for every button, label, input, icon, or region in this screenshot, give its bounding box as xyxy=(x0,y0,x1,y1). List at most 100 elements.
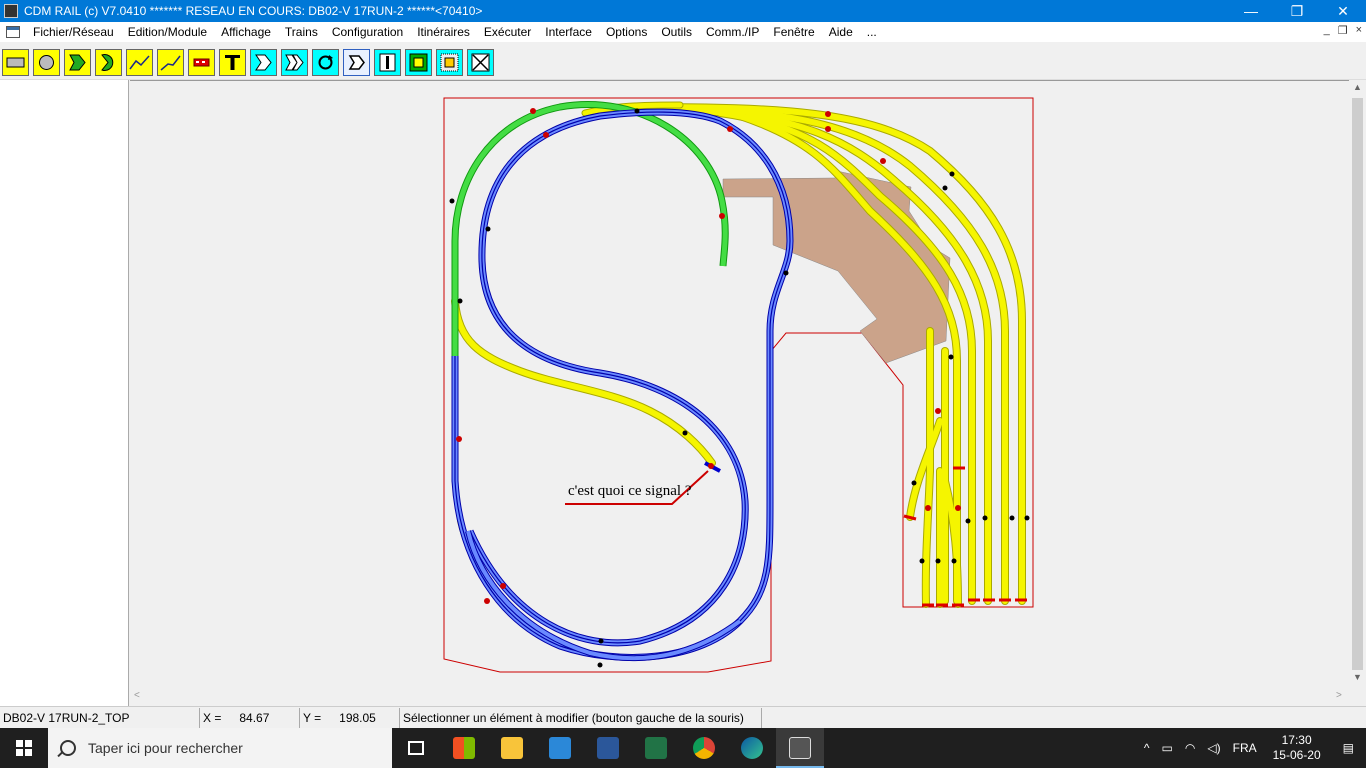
train-tool[interactable] xyxy=(188,49,215,76)
vertical-scroll-thumb[interactable] xyxy=(1352,98,1363,670)
status-message: Sélectionner un élément à modifier (bout… xyxy=(400,707,762,728)
taskbar-search[interactable]: Taper ici pour rechercher xyxy=(48,728,392,768)
rotate-tool[interactable] xyxy=(312,49,339,76)
clock[interactable]: 17:30 15-06-20 xyxy=(1263,733,1331,763)
windows-icon xyxy=(16,740,32,756)
rotate-icon xyxy=(318,55,333,70)
track-line-tool[interactable] xyxy=(157,49,184,76)
color-tool[interactable] xyxy=(405,49,432,76)
pacman-tool[interactable] xyxy=(95,49,122,76)
excel-icon xyxy=(645,737,667,759)
signal-tool[interactable] xyxy=(374,49,401,76)
menu-edition[interactable]: Edition/Module xyxy=(121,25,214,39)
menu-fenetre[interactable]: Fenêtre xyxy=(766,25,821,39)
cross-tool[interactable] xyxy=(467,49,494,76)
menu-options[interactable]: Options xyxy=(599,25,654,39)
left-panel xyxy=(0,80,129,706)
status-y-value: 198.05 xyxy=(339,710,376,725)
taskbar: Taper ici pour rechercher ^ ▭ ◠ ◁) FRA 1… xyxy=(0,728,1366,768)
text-tool[interactable] xyxy=(219,49,246,76)
folder-icon xyxy=(501,737,523,759)
window-title: CDM RAIL (c) V7.0410 ******* RESEAU EN C… xyxy=(24,4,483,18)
pentagon-tool[interactable] xyxy=(64,49,91,76)
scroll-up-icon[interactable]: ▲ xyxy=(1353,82,1362,92)
signal-icon xyxy=(379,53,396,72)
scroll-right-icon[interactable]: > xyxy=(1336,690,1342,701)
grid-icon xyxy=(440,53,459,72)
arrow-right-icon xyxy=(255,54,272,71)
menu-trains[interactable]: Trains xyxy=(278,25,325,39)
scroll-left-icon[interactable]: < xyxy=(134,690,140,701)
menu-affichage[interactable]: Affichage xyxy=(214,25,278,39)
cdm-rail-icon xyxy=(789,737,811,759)
contacts-button[interactable] xyxy=(536,728,584,768)
layout-canvas[interactable]: c'est quoi ce signal ? xyxy=(130,80,1349,688)
app-icon xyxy=(4,4,18,18)
edge-button[interactable] xyxy=(728,728,776,768)
chrome-button[interactable] xyxy=(680,728,728,768)
text-icon xyxy=(225,55,240,70)
ellipse-icon xyxy=(39,55,54,70)
cdm-rail-taskbar-button[interactable] xyxy=(776,728,824,768)
contacts-icon xyxy=(549,737,571,759)
menu-outils[interactable]: Outils xyxy=(654,25,699,39)
mdi-close-button[interactable]: × xyxy=(1356,24,1362,37)
menu-interface[interactable]: Interface xyxy=(538,25,599,39)
chevron-up-icon[interactable]: ^ xyxy=(1138,741,1156,755)
notifications-icon[interactable]: ▤ xyxy=(1331,741,1366,755)
title-bar: CDM RAIL (c) V7.0410 ******* RESEAU EN C… xyxy=(0,0,1366,22)
status-y: Y = 198.05 xyxy=(300,707,400,728)
scroll-down-icon[interactable]: ▼ xyxy=(1353,672,1362,682)
mdi-restore-button[interactable]: ❐ xyxy=(1338,24,1348,37)
double-arrow-icon xyxy=(285,54,304,71)
task-view-icon xyxy=(408,741,424,755)
store-button[interactable] xyxy=(440,728,488,768)
excel-button[interactable] xyxy=(632,728,680,768)
menu-more[interactable]: ... xyxy=(860,25,884,39)
clock-time: 17:30 xyxy=(1281,733,1312,747)
word-button[interactable] xyxy=(584,728,632,768)
rectangle-tool[interactable] xyxy=(2,49,29,76)
menu-comm-ip[interactable]: Comm./IP xyxy=(699,25,766,39)
word-icon xyxy=(597,737,619,759)
status-module: DB02-V 17RUN-2_TOP xyxy=(0,707,200,728)
track-curve-icon xyxy=(129,55,150,70)
menu-configuration[interactable]: Configuration xyxy=(325,25,410,39)
clock-date: 15-06-20 xyxy=(1272,748,1321,762)
horizontal-scrollbar[interactable]: < > xyxy=(130,688,1366,706)
arrow-right-tool[interactable] xyxy=(250,49,277,76)
menu-executer[interactable]: Exécuter xyxy=(477,25,538,39)
menu-itineraires[interactable]: Itinéraires xyxy=(410,25,477,39)
menu-aide[interactable]: Aide xyxy=(822,25,860,39)
pentagon-icon xyxy=(69,54,86,71)
network-icon[interactable]: ◠ xyxy=(1179,741,1201,755)
explorer-button[interactable] xyxy=(488,728,536,768)
track-line-icon xyxy=(160,55,181,71)
status-y-label: Y = xyxy=(303,710,322,725)
menu-bar: Fichier/Réseau Edition/Module Affichage … xyxy=(0,22,1366,42)
status-bar: DB02-V 17RUN-2_TOP X = 84.67 Y = 198.05 … xyxy=(0,706,1366,728)
double-arrow-tool[interactable] xyxy=(281,49,308,76)
document-icon[interactable] xyxy=(6,26,20,38)
ellipse-tool[interactable] xyxy=(33,49,60,76)
task-view-button[interactable] xyxy=(392,728,440,768)
system-tray: ^ ▭ ◠ ◁) FRA 17:30 15-06-20 ▤ xyxy=(1138,728,1366,768)
start-button[interactable] xyxy=(0,728,48,768)
menu-fichier[interactable]: Fichier/Réseau xyxy=(26,25,121,39)
close-button[interactable]: ✕ xyxy=(1320,0,1366,22)
annotation-text[interactable]: c'est quoi ce signal ? xyxy=(568,483,692,499)
volume-icon[interactable]: ◁) xyxy=(1201,741,1226,755)
battery-icon[interactable]: ▭ xyxy=(1156,741,1179,755)
store-icon xyxy=(453,737,475,759)
vertical-scrollbar[interactable]: ▲ ▼ xyxy=(1349,80,1366,688)
rail-layout-drawing[interactable]: c'est quoi ce signal ? xyxy=(130,81,1349,689)
minimize-button[interactable]: — xyxy=(1228,0,1274,22)
mdi-minimize-button[interactable]: _ xyxy=(1324,24,1330,37)
select-tool[interactable] xyxy=(343,49,370,76)
search-placeholder: Taper ici pour rechercher xyxy=(88,740,243,756)
status-x-label: X = xyxy=(203,710,222,725)
grid-tool[interactable] xyxy=(436,49,463,76)
language-indicator[interactable]: FRA xyxy=(1227,741,1263,755)
maximize-button[interactable]: ❐ xyxy=(1274,0,1320,22)
track-curve-tool[interactable] xyxy=(126,49,153,76)
